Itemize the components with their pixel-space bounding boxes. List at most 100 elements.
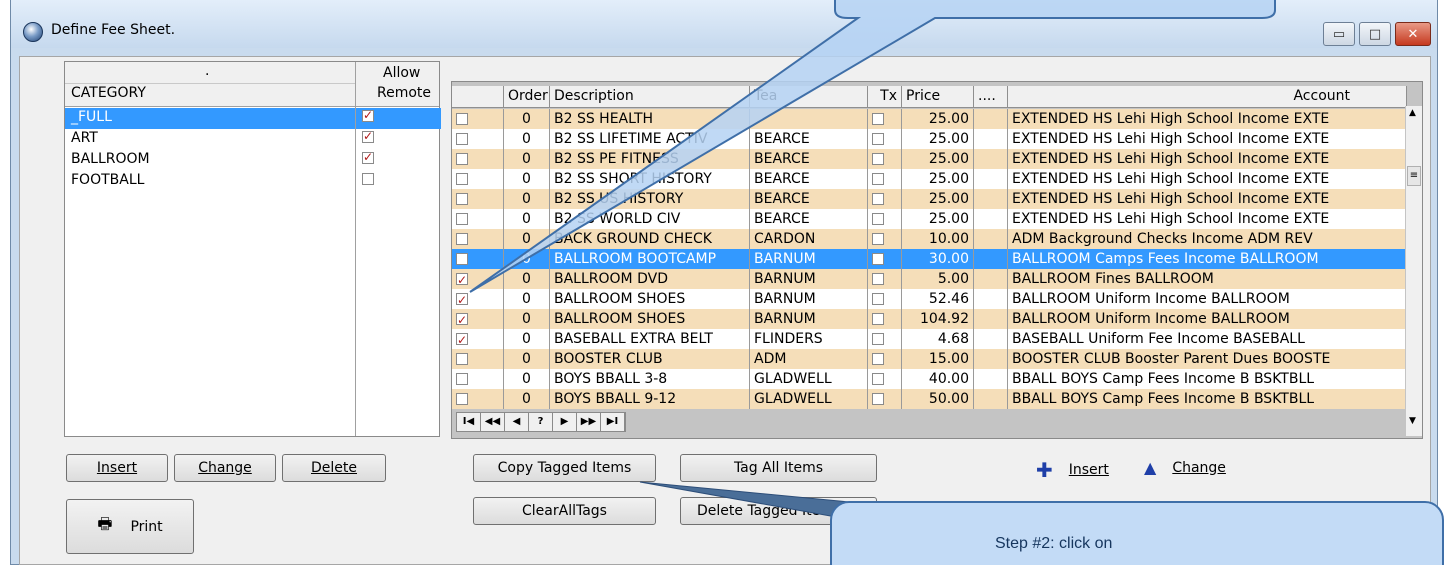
tag-checkbox[interactable] — [456, 133, 468, 145]
tx-checkbox[interactable] — [872, 293, 884, 305]
tag-all-items-button[interactable]: Tag All Items — [680, 454, 877, 482]
fee-row[interactable]: 0 B2 SS SHORT HISTORY BEARCE 25.00 EXTENDED … — [452, 169, 1407, 189]
tag-checkbox[interactable] — [456, 311, 468, 329]
nav-next-page-button[interactable]: ▶▶ — [577, 413, 601, 431]
tag-checkbox[interactable] — [456, 113, 468, 125]
teacher-cell: BARNUM — [750, 309, 868, 329]
tx-checkbox[interactable] — [872, 373, 884, 385]
fee-row[interactable]: 0 BALLROOM BOOTCAMP BARNUM 30.00 BALLROOM Ca… — [452, 249, 1407, 269]
tag-checkbox[interactable] — [456, 173, 468, 185]
tx-checkbox[interactable] — [872, 233, 884, 245]
fee-grid[interactable]: Order Description Tea Tx Price .... Acco… — [451, 81, 1423, 439]
clear-all-tags-button[interactable]: ClearAllTags — [473, 497, 656, 525]
fee-row[interactable]: 0 B2 SS LIFETIME ACTIV BEARCE 25.00 EXTENDED… — [452, 129, 1407, 149]
tx-checkbox[interactable] — [872, 253, 884, 265]
maximize-button[interactable]: □ — [1359, 22, 1391, 46]
fee-insert-action[interactable]: ✚ Insert — [1036, 458, 1109, 482]
tx-checkbox[interactable] — [872, 113, 884, 125]
column-header-order[interactable]: Order — [504, 86, 550, 108]
category-row[interactable]: FOOTBALL — [65, 171, 439, 192]
fee-row[interactable]: 0BALLROOM SHOESBARNUM 52.46 BALLROOM Unifo… — [452, 289, 1407, 309]
fee-row[interactable]: 0 B2 SS PE FITNESS BEARCE 25.00 EXTENDED HS … — [452, 149, 1407, 169]
category-row[interactable]: ART — [65, 129, 439, 150]
column-header-more[interactable]: .... — [974, 86, 1008, 108]
order-cell: 0 — [504, 189, 550, 209]
fee-grid-scrollbar[interactable]: ▲ ≡ ▼ — [1405, 106, 1422, 436]
nav-prev-page-button[interactable]: ◀◀ — [481, 413, 505, 431]
allow-remote-checkbox[interactable] — [362, 150, 374, 164]
category-row[interactable]: BALLROOM — [65, 150, 439, 171]
category-grid-header: . CATEGORY Allow Remote — [65, 62, 439, 107]
tag-checkbox[interactable] — [456, 193, 468, 205]
category-grid[interactable]: . CATEGORY Allow Remote _FULLART BALLROOM… — [64, 61, 441, 437]
allow-remote-checkbox[interactable] — [362, 108, 374, 122]
fee-row[interactable]: 0 B2 SS WORLD CIV BEARCE 25.00 EXTENDED HS L… — [452, 209, 1407, 229]
nav-next-button[interactable]: ▶ — [553, 413, 577, 431]
column-header-tag[interactable] — [452, 86, 504, 108]
allow-remote-checkbox[interactable] — [362, 173, 374, 185]
scroll-thumb[interactable]: ≡ — [1407, 166, 1421, 186]
category-row[interactable]: _FULL — [65, 108, 441, 129]
tx-checkbox[interactable] — [872, 193, 884, 205]
fee-row[interactable]: 0 BOYS BBALL 3-8 GLADWELL 40.00 BBALL BOYS C… — [452, 369, 1407, 389]
nav-last-button[interactable]: ▶I — [601, 413, 625, 431]
print-button[interactable]: 🖶 Print — [66, 499, 194, 554]
more-cell — [974, 149, 1008, 169]
column-header-account[interactable]: Account — [1008, 86, 1407, 108]
fee-row[interactable]: 0BALLROOM SHOESBARNUM 104.92 BALLROOM Unif… — [452, 309, 1407, 329]
tx-checkbox[interactable] — [872, 393, 884, 405]
account-cell: BALLROOM Fines BALLROOM — [1012, 271, 1214, 287]
column-header-remote[interactable]: Remote — [377, 85, 431, 101]
category-insert-button[interactable]: Insert — [66, 454, 168, 482]
tx-checkbox[interactable] — [872, 133, 884, 145]
header-dot: . — [205, 63, 210, 79]
fee-change-action[interactable]: ▲ Change — [1144, 458, 1226, 477]
tag-checkbox[interactable] — [456, 213, 468, 225]
fee-row[interactable]: 0 BACK GROUND CHECK CARDON 10.00 ADM Backgro… — [452, 229, 1407, 249]
tag-checkbox[interactable] — [456, 331, 468, 349]
price-cell: 15.00 — [902, 349, 974, 369]
column-header-description[interactable]: Description — [550, 86, 750, 108]
tx-checkbox[interactable] — [872, 333, 884, 345]
scroll-down-icon[interactable]: ▼ — [1409, 416, 1416, 426]
column-header-category[interactable]: CATEGORY — [71, 85, 146, 101]
nav-first-button[interactable]: I◀ — [457, 413, 481, 431]
nav-lookup-button[interactable]: ? — [529, 413, 553, 431]
allow-remote-checkbox[interactable] — [362, 129, 374, 143]
fee-row[interactable]: 0BASEBALL EXTRA BELTFLINDERS 4.68 BASEBALL… — [452, 329, 1407, 349]
copy-tagged-items-button[interactable]: Copy Tagged Items — [473, 454, 656, 482]
category-change-button[interactable]: Change — [174, 454, 276, 482]
tx-checkbox[interactable] — [872, 273, 884, 285]
nav-prev-button[interactable]: ◀ — [505, 413, 529, 431]
tx-checkbox[interactable] — [872, 353, 884, 365]
scroll-up-icon[interactable]: ▲ — [1409, 108, 1416, 118]
tx-checkbox[interactable] — [872, 173, 884, 185]
tx-checkbox[interactable] — [872, 313, 884, 325]
fee-row[interactable]: 0 BOOSTER CLUB ADM 15.00 BOOSTER CLUB Booste… — [452, 349, 1407, 369]
minimize-button[interactable]: ▭ — [1323, 22, 1355, 46]
teacher-cell: BARNUM — [750, 269, 868, 289]
delete-tagged-items-button[interactable]: Delete Tagged Ite — [680, 497, 877, 525]
column-header-tx[interactable]: Tx — [868, 86, 902, 108]
tag-checkbox[interactable] — [456, 373, 468, 385]
tag-checkbox[interactable] — [456, 233, 468, 245]
tag-checkbox[interactable] — [456, 291, 468, 309]
fee-row[interactable]: 0 B2 SS US HISTORY BEARCE 25.00 EXTENDED HS … — [452, 189, 1407, 209]
tag-checkbox[interactable] — [456, 153, 468, 165]
column-header-price[interactable]: Price — [902, 86, 974, 108]
category-delete-button[interactable]: Delete — [282, 454, 386, 482]
tx-checkbox[interactable] — [872, 153, 884, 165]
fee-row[interactable]: 0 B2 SS HEALTH 25.00 EXTENDED HS Lehi High … — [452, 109, 1407, 129]
account-cell: EXTENDED HS Lehi High School Income EXTE — [1012, 191, 1330, 207]
tag-checkbox[interactable] — [456, 353, 468, 365]
tx-checkbox[interactable] — [872, 213, 884, 225]
tag-checkbox[interactable] — [456, 393, 468, 405]
price-cell: 52.46 — [902, 289, 974, 309]
tag-checkbox[interactable] — [456, 253, 468, 265]
column-header-allow[interactable]: Allow — [383, 65, 420, 81]
column-header-teacher[interactable]: Tea — [750, 86, 868, 108]
fee-row[interactable]: 0BALLROOM DVDBARNUM 5.00 BALLROOM Fines BA… — [452, 269, 1407, 289]
tag-checkbox[interactable] — [456, 271, 468, 289]
close-button[interactable]: ✕ — [1395, 22, 1431, 46]
fee-row[interactable]: 0 BOYS BBALL 9-12 GLADWELL 50.00 BBALL BOYS … — [452, 389, 1407, 409]
